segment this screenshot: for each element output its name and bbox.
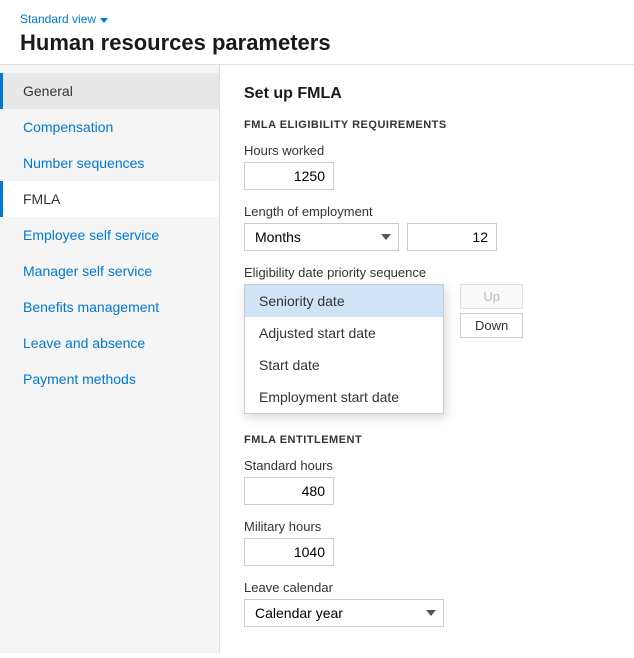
eligibility-date-row: Seniority date Adjusted start date Start… <box>244 284 610 414</box>
length-of-employment-group: Length of employment Months <box>244 204 610 251</box>
sidebar-item-number-sequences[interactable]: Number sequences <box>0 145 219 181</box>
length-unit-select-wrapper: Months <box>244 223 399 251</box>
leave-calendar-label: Leave calendar <box>244 580 610 595</box>
length-value-input[interactable] <box>407 223 497 251</box>
sidebar-item-employee-self-service[interactable]: Employee self service <box>0 217 219 253</box>
down-button[interactable]: Down <box>460 313 523 338</box>
sidebar-item-general[interactable]: General <box>0 73 219 109</box>
eligibility-section: FMLA ELIGIBILITY REQUIREMENTS Hours work… <box>244 119 610 414</box>
dropdown-item-employment-start-date[interactable]: Employment start date <box>245 381 443 413</box>
leave-calendar-select-wrapper: Calendar year <box>244 599 444 627</box>
main-content: Set up FMLA FMLA ELIGIBILITY REQUIREMENT… <box>220 65 634 653</box>
leave-calendar-select[interactable]: Calendar year <box>244 599 444 627</box>
page-title: Human resources parameters <box>20 30 614 56</box>
military-hours-group: Military hours <box>244 519 610 566</box>
sidebar-item-compensation[interactable]: Compensation <box>0 109 219 145</box>
eligibility-date-group: Eligibility date priority sequence Senio… <box>244 265 610 414</box>
sidebar-item-leave-and-absence[interactable]: Leave and absence <box>0 325 219 361</box>
standard-view-label: Standard view <box>20 12 96 26</box>
eligibility-date-dropdown: Seniority date Adjusted start date Start… <box>244 284 444 414</box>
dropdown-item-seniority-date[interactable]: Seniority date <box>245 285 443 317</box>
military-hours-input[interactable] <box>244 538 334 566</box>
standard-hours-label: Standard hours <box>244 458 610 473</box>
section-title: Set up FMLA <box>244 85 610 103</box>
standard-view-selector[interactable]: Standard view <box>20 12 614 26</box>
chevron-down-icon <box>100 18 108 23</box>
entitlement-subsection-label: FMLA ENTITLEMENT <box>244 434 610 446</box>
dropdown-item-adjusted-start-date[interactable]: Adjusted start date <box>245 317 443 349</box>
eligibility-subsection-label: FMLA ELIGIBILITY REQUIREMENTS <box>244 119 610 131</box>
hours-worked-group: Hours worked <box>244 143 610 190</box>
military-hours-label: Military hours <box>244 519 610 534</box>
length-of-employment-row: Months <box>244 223 610 251</box>
page-header: Standard view Human resources parameters <box>0 0 634 65</box>
content-area: General Compensation Number sequences FM… <box>0 65 634 653</box>
entitlement-section: FMLA ENTITLEMENT Standard hours Military… <box>244 434 610 627</box>
eligibility-date-label: Eligibility date priority sequence <box>244 265 610 280</box>
length-of-employment-label: Length of employment <box>244 204 610 219</box>
hours-worked-input[interactable] <box>244 162 334 190</box>
sidebar-item-benefits-management[interactable]: Benefits management <box>0 289 219 325</box>
sidebar-item-manager-self-service[interactable]: Manager self service <box>0 253 219 289</box>
dropdown-item-start-date[interactable]: Start date <box>245 349 443 381</box>
sidebar-item-payment-methods[interactable]: Payment methods <box>0 361 219 397</box>
sidebar-item-fmla[interactable]: FMLA <box>0 181 219 217</box>
hours-worked-label: Hours worked <box>244 143 610 158</box>
leave-calendar-group: Leave calendar Calendar year <box>244 580 610 627</box>
sidebar: General Compensation Number sequences FM… <box>0 65 220 653</box>
standard-hours-group: Standard hours <box>244 458 610 505</box>
standard-hours-input[interactable] <box>244 477 334 505</box>
up-down-buttons: Up Down <box>460 284 523 338</box>
length-unit-select[interactable]: Months <box>244 223 399 251</box>
up-button[interactable]: Up <box>460 284 523 309</box>
